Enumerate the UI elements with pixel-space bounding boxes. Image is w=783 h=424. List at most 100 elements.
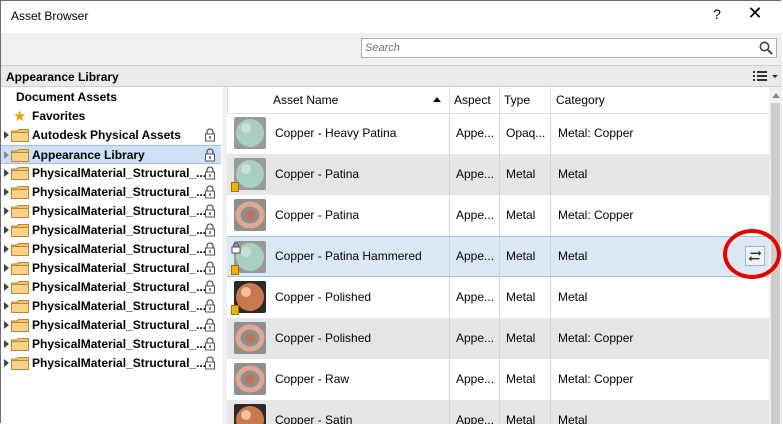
- expand-arrow-icon[interactable]: [4, 207, 9, 215]
- expand-arrow-icon[interactable]: [4, 151, 9, 159]
- tree-item-label: PhysicalMaterial_Structural_...: [32, 318, 207, 332]
- folder-icon: [11, 300, 29, 313]
- help-button[interactable]: ?: [707, 6, 727, 22]
- library-header-title: Appearance Library: [6, 70, 119, 84]
- lock-icon: [205, 223, 215, 237]
- tree-item-label: PhysicalMaterial_Structural_...: [32, 356, 207, 370]
- editable-badge-icon: [231, 265, 239, 275]
- lock-icon: [205, 280, 215, 294]
- cell-asset-name: Copper - Raw: [275, 372, 350, 386]
- cell-category: Metal: Copper: [558, 372, 634, 386]
- cell-category: Metal: [558, 167, 588, 181]
- cell-type: Metal: [506, 372, 536, 386]
- list-view-options-icon[interactable]: [751, 68, 779, 84]
- title-bar: Asset Browser ? ✕: [1, 1, 782, 33]
- folder-icon: [11, 319, 29, 332]
- expand-arrow-icon[interactable]: [4, 188, 9, 196]
- folder-icon: [11, 224, 29, 237]
- cell-aspect: Appe...: [456, 372, 495, 386]
- cell-asset-name: Copper - Patina: [275, 208, 360, 222]
- tree-item-label: Autodesk Physical Assets: [32, 128, 181, 142]
- search-input[interactable]: [362, 39, 748, 57]
- lock-icon: [205, 261, 215, 275]
- cell-aspect: Appe...: [456, 290, 495, 304]
- cell-aspect: Appe...: [456, 331, 495, 345]
- cell-category: Metal: [558, 413, 588, 424]
- expand-arrow-icon[interactable]: [4, 283, 9, 291]
- close-button[interactable]: ✕: [743, 3, 767, 24]
- column-header-aspect[interactable]: Aspect: [454, 93, 491, 107]
- tree-item[interactable]: PhysicalMaterial_Structural_...: [1, 335, 221, 354]
- expand-arrow-icon[interactable]: [4, 264, 9, 272]
- tree-item[interactable]: Document Assets: [1, 88, 221, 107]
- asset-list: Asset Name Aspect Type Category Copper -…: [227, 87, 769, 424]
- expand-arrow-icon[interactable]: [4, 131, 9, 139]
- lock-icon: [205, 148, 215, 162]
- tree-item-label: PhysicalMaterial_Structural_...: [32, 223, 207, 237]
- cell-type: Metal: [506, 249, 536, 263]
- cell-type: Metal: [506, 167, 536, 181]
- tree-item[interactable]: PhysicalMaterial_Structural_...: [1, 221, 221, 240]
- expand-arrow-icon[interactable]: [4, 321, 9, 329]
- tree-item[interactable]: PhysicalMaterial_Structural_...: [1, 278, 221, 297]
- tree-item[interactable]: PhysicalMaterial_Structural_...: [1, 183, 221, 202]
- tree-item[interactable]: PhysicalMaterial_Structural_...: [1, 297, 221, 316]
- library-tree: Document Assets ★ Favorites Autodesk Physic…: [1, 87, 224, 424]
- tree-item[interactable]: PhysicalMaterial_Structural_...: [1, 240, 221, 259]
- cell-category: Metal: [558, 290, 588, 304]
- lock-icon: [205, 204, 215, 218]
- column-header-asset-name[interactable]: Asset Name: [273, 93, 338, 107]
- table-row[interactable]: Copper - Patina Appe... Metal Metal: Copper: [227, 195, 769, 236]
- table-row[interactable]: Copper - Patina Appe... Metal Metal: [227, 154, 769, 195]
- folder-icon: [11, 262, 29, 275]
- lock-icon: [205, 128, 215, 142]
- editable-badge-icon: [231, 305, 239, 315]
- table-row[interactable]: Copper - Raw Appe... Metal Metal: Copper: [227, 359, 769, 400]
- search-icon[interactable]: [758, 40, 774, 56]
- table-row[interactable]: Copper - Polished Appe... Metal Metal: [227, 277, 769, 318]
- tree-item[interactable]: PhysicalMaterial_Structural_...: [1, 164, 221, 183]
- tree-item[interactable]: PhysicalMaterial_Structural_...: [1, 316, 221, 335]
- cell-asset-name: Copper - Polished: [275, 331, 372, 345]
- material-thumbnail-icon: [234, 199, 266, 231]
- cell-category: Metal: [558, 249, 588, 263]
- tree-item[interactable]: Autodesk Physical Assets: [1, 126, 221, 145]
- cell-asset-name: Copper - Patina Hammered: [275, 249, 422, 263]
- lock-icon: [205, 166, 215, 180]
- scroll-up-arrow-icon[interactable]: [772, 93, 780, 98]
- folder-icon: [11, 281, 29, 294]
- table-row[interactable]: Copper - Satin Appe... Metal Metal: [227, 400, 769, 424]
- expand-arrow-icon[interactable]: [4, 169, 9, 177]
- expand-arrow-icon[interactable]: [4, 226, 9, 234]
- highlight-circle-annotation: [723, 229, 781, 279]
- library-header: Appearance Library: [1, 65, 782, 87]
- cell-type: Opaq...: [506, 126, 546, 140]
- table-row[interactable]: Copper - Patina Hammered Appe... Metal Meta…: [227, 236, 769, 278]
- folder-icon: [11, 186, 29, 199]
- tree-item-label: Favorites: [32, 109, 86, 123]
- tree-item[interactable]: ★ Favorites: [1, 107, 221, 126]
- expand-arrow-icon[interactable]: [4, 302, 9, 310]
- material-thumbnail-icon: [234, 117, 266, 149]
- tree-item-label: PhysicalMaterial_Structural_...: [32, 242, 207, 256]
- table-row[interactable]: Copper - Polished Appe... Metal Metal: Copp…: [227, 318, 769, 359]
- search-box[interactable]: [361, 38, 777, 58]
- expand-arrow-icon[interactable]: [4, 245, 9, 253]
- expand-arrow-icon[interactable]: [4, 359, 9, 367]
- tree-item[interactable]: PhysicalMaterial_Structural_...: [1, 259, 221, 278]
- cell-type: Metal: [506, 290, 536, 304]
- tree-item[interactable]: PhysicalMaterial_Structural_...: [1, 354, 221, 373]
- folder-icon: [11, 149, 29, 162]
- tree-item[interactable]: Appearance Library: [1, 145, 221, 164]
- expand-arrow-icon[interactable]: [4, 340, 9, 348]
- cell-aspect: Appe...: [456, 208, 495, 222]
- sort-ascending-icon: [433, 97, 441, 102]
- tree-item[interactable]: PhysicalMaterial_Structural_...: [1, 202, 221, 221]
- column-header-category[interactable]: Category: [556, 93, 605, 107]
- tree-item-label: PhysicalMaterial_Structural_...: [32, 280, 207, 294]
- column-header-type[interactable]: Type: [504, 93, 530, 107]
- table-row[interactable]: Copper - Heavy Patina Appe... Opaq... Metal…: [227, 113, 769, 154]
- cell-aspect: Appe...: [456, 413, 495, 424]
- tree-item-label: Document Assets: [16, 90, 117, 104]
- lock-icon: [205, 185, 215, 199]
